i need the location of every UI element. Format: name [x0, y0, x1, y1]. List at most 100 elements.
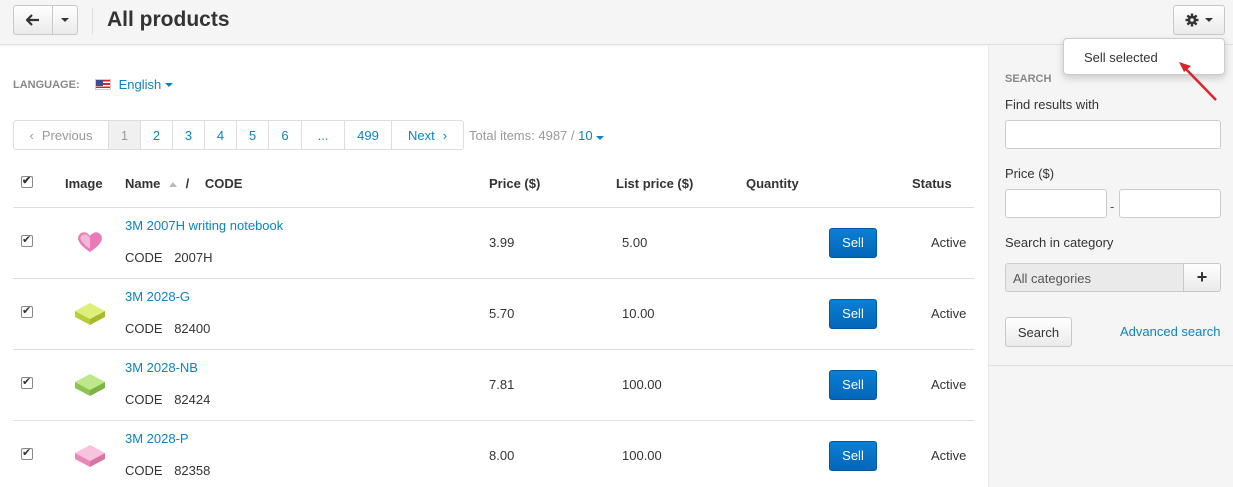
caret-down-icon	[165, 82, 174, 87]
status-value[interactable]: Active	[912, 207, 974, 279]
page-1[interactable]: 1	[108, 121, 140, 149]
table-row: 3M 2028-P CODE 82358 8.00 100.00 Sell Ac…	[13, 420, 974, 487]
header-quantity[interactable]: Quantity	[746, 160, 912, 208]
advanced-search-link[interactable]: Advanced search	[1120, 324, 1220, 339]
product-name-link[interactable]: 3M 2028-NB	[125, 360, 489, 375]
product-name-link[interactable]: 3M 2028-P	[125, 431, 489, 446]
row-checkbox[interactable]	[21, 304, 33, 318]
arrow-left-icon	[26, 14, 39, 26]
sell-button[interactable]: Sell	[829, 298, 877, 329]
total-items-label: Total items: 4987 /	[469, 128, 575, 143]
header-divider	[92, 8, 93, 34]
page-3[interactable]: 3	[172, 121, 204, 149]
product-thumbnail[interactable]	[73, 368, 107, 398]
table-row: 3M 2028-G CODE 82400 5.70 10.00 Sell Act…	[13, 278, 974, 350]
caret-down-icon	[1205, 18, 1213, 22]
category-label: Search in category	[1005, 235, 1114, 250]
price-value: 7.81	[489, 349, 616, 421]
back-dropdown-button[interactable]	[53, 5, 78, 35]
product-thumbnail[interactable]	[73, 297, 107, 327]
next-page-button[interactable]: Next ›	[391, 121, 463, 149]
sort-by-name-link[interactable]: Name	[125, 176, 160, 191]
find-results-label: Find results with	[1005, 97, 1099, 112]
sell-button[interactable]: Sell	[829, 369, 877, 400]
price-range-dash: -	[1110, 199, 1115, 214]
language-label: LANGUAGE:	[13, 78, 80, 91]
product-code: 82358	[174, 463, 211, 478]
chevron-right-icon: ›	[442, 127, 448, 143]
pagination: ‹ Previous 1 2 3 4 5 6 ... 499 Next ›	[13, 120, 464, 150]
product-name-link[interactable]: 3M 2028-G	[125, 289, 489, 304]
products-table: Image Name / CODE Price ($) List price (…	[13, 160, 974, 487]
header-status[interactable]: Status	[912, 160, 974, 208]
plus-icon: +	[1196, 267, 1208, 287]
previous-page-button[interactable]: ‹ Previous	[14, 121, 108, 149]
price-label: Price ($)	[1005, 166, 1055, 181]
page-4[interactable]: 4	[204, 121, 236, 149]
caret-down-icon	[596, 136, 605, 140]
header-name-code: Name / CODE	[125, 160, 489, 208]
sell-selected-item[interactable]: Sell selected	[1084, 50, 1158, 65]
settings-button[interactable]	[1173, 5, 1225, 35]
price-from-input[interactable]	[1005, 189, 1107, 218]
status-value[interactable]: Active	[912, 420, 974, 487]
page-499[interactable]: 499	[344, 121, 391, 149]
header-price[interactable]: Price ($)	[489, 160, 616, 208]
red-arrow-annotation-icon	[1179, 62, 1217, 101]
product-thumbnail[interactable]	[73, 439, 107, 469]
language-dropdown[interactable]: English	[119, 77, 174, 92]
product-name-link[interactable]: 3M 2007H writing notebook	[125, 218, 489, 233]
page-5[interactable]: 5	[236, 121, 268, 149]
header-image: Image	[65, 160, 125, 208]
sort-by-code-link[interactable]: CODE	[205, 176, 243, 191]
page-ellipsis[interactable]: ...	[301, 121, 344, 149]
next-label: Next	[407, 127, 435, 143]
language-value: English	[118, 77, 162, 92]
gear-icon	[1185, 13, 1199, 27]
sell-button[interactable]: Sell	[829, 227, 877, 258]
list-price-value: 100.00	[616, 420, 746, 487]
table-row: 3M 2007H writing notebook CODE 2007H 3.9…	[13, 207, 974, 279]
product-code: 2007H	[174, 250, 213, 265]
caret-down-icon	[61, 18, 69, 22]
page-2[interactable]: 2	[140, 121, 172, 149]
chevron-left-icon: ‹	[29, 127, 34, 143]
sell-button[interactable]: Sell	[829, 440, 877, 471]
header-slash: /	[185, 175, 190, 191]
per-page-dropdown[interactable]: 10	[578, 128, 605, 143]
list-price-value: 100.00	[616, 349, 746, 421]
price-to-input[interactable]	[1119, 189, 1221, 218]
code-label: CODE	[125, 250, 163, 265]
search-title: SEARCH	[1005, 73, 1052, 85]
code-label: CODE	[125, 321, 163, 336]
add-category-button[interactable]: +	[1183, 263, 1221, 292]
per-page-value: 10	[578, 128, 593, 143]
row-checkbox[interactable]	[21, 233, 33, 247]
row-checkbox[interactable]	[21, 446, 33, 460]
header-list-price[interactable]: List price ($)	[616, 160, 746, 208]
table-row: 3M 2028-NB CODE 82424 7.81 100.00 Sell A…	[13, 349, 974, 421]
price-value: 3.99	[489, 207, 616, 279]
code-label: CODE	[125, 463, 163, 478]
code-label: CODE	[125, 392, 163, 407]
page-6[interactable]: 6	[268, 121, 301, 149]
row-checkbox[interactable]	[21, 375, 33, 389]
find-results-input[interactable]	[1005, 120, 1221, 149]
price-value: 5.70	[489, 278, 616, 350]
sort-asc-icon	[169, 181, 178, 187]
select-all-checkbox[interactable]	[21, 174, 33, 188]
search-button[interactable]: Search	[1005, 317, 1072, 347]
status-value[interactable]: Active	[912, 278, 974, 350]
table-header-row: Image Name / CODE Price ($) List price (…	[13, 160, 974, 208]
product-code: 82400	[174, 321, 211, 336]
status-value[interactable]: Active	[912, 349, 974, 421]
list-price-value: 10.00	[616, 278, 746, 350]
us-flag-icon	[94, 79, 111, 90]
language-selector-row: LANGUAGE: English	[13, 77, 174, 92]
product-code: 82424	[174, 392, 211, 407]
back-button[interactable]	[13, 5, 53, 35]
previous-label: Previous	[41, 127, 93, 143]
search-sidebar: SEARCH Find results with Price ($) - Sea…	[988, 45, 1233, 487]
category-select[interactable]: All categories	[1005, 263, 1184, 292]
product-thumbnail[interactable]	[73, 226, 107, 256]
